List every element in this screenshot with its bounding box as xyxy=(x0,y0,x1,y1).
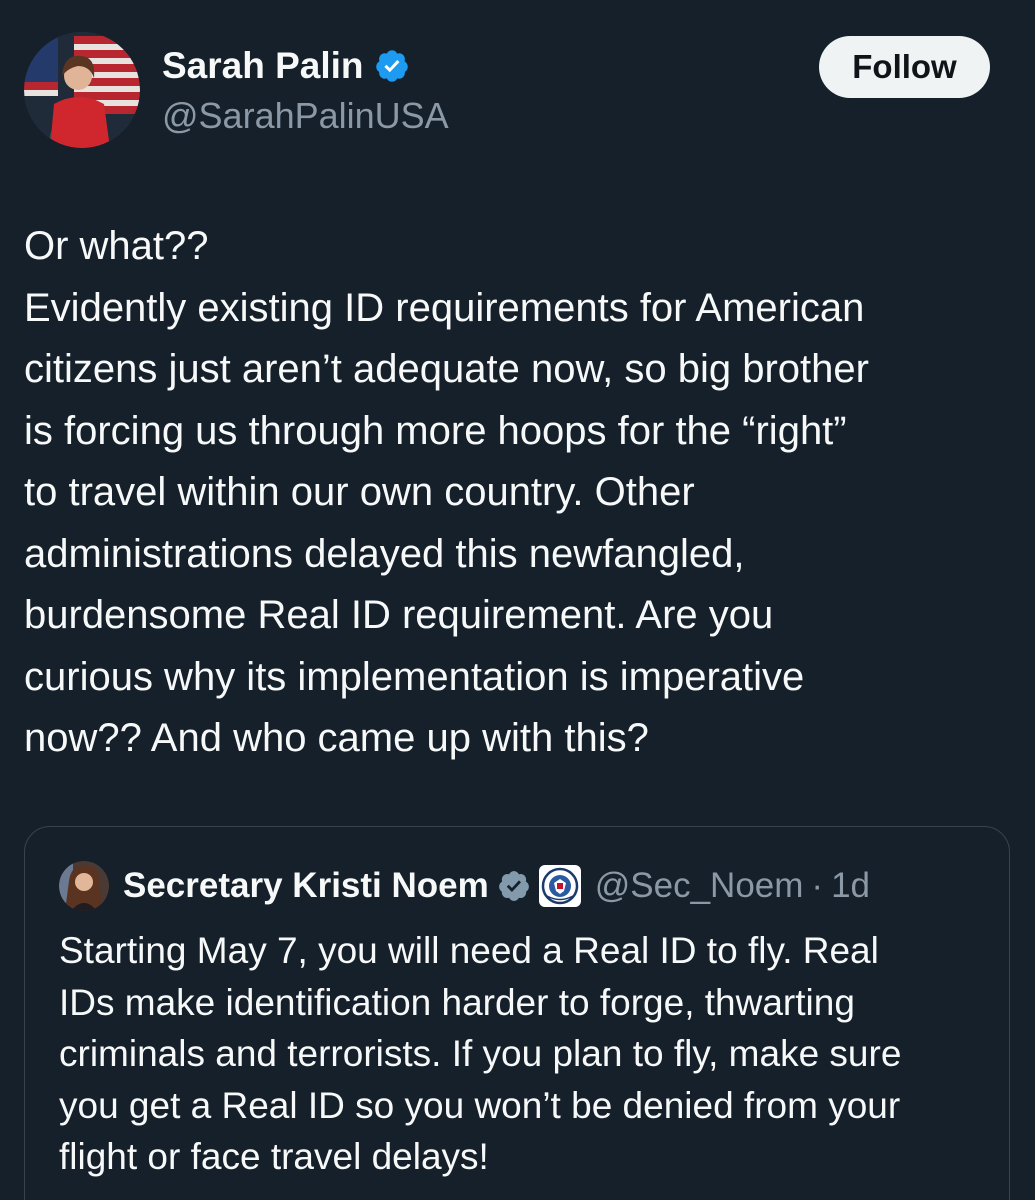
separator-dot: · xyxy=(811,866,824,905)
tweet-text-line: citizens just aren’t adequate now, so bi… xyxy=(24,347,869,391)
quoted-author-display-name[interactable]: Secretary Kristi Noem xyxy=(123,866,489,906)
tweet-text-line: to travel within our own country. Other xyxy=(24,470,695,514)
quoted-tweet-text: Starting May 7, you will need a Real ID … xyxy=(59,925,999,1183)
tweet-text-line: now?? And who came up with this? xyxy=(24,716,649,760)
quoted-tweet-text-line: flight or face travel delays! xyxy=(59,1136,489,1177)
quoted-tweet-text-line: you get a Real ID so you won’t be denied… xyxy=(59,1084,901,1126)
tweet-text-line: Evidently existing ID requirements for A… xyxy=(24,285,865,330)
quoted-tweet-card[interactable]: Secretary Kristi Noem @Sec_Noem · 1d Sta… xyxy=(24,826,1010,1200)
verified-gray-badge-icon[interactable] xyxy=(497,869,531,903)
quoted-author-handle[interactable]: @Sec_Noem xyxy=(595,866,804,906)
quoted-tweet-header[interactable]: Secretary Kristi Noem @Sec_Noem · 1d xyxy=(59,861,870,911)
quoted-tweet-timestamp[interactable]: 1d xyxy=(831,866,870,906)
tweet-text-line: is forcing us through more hoops for the… xyxy=(24,408,847,453)
profile-photo-icon xyxy=(59,861,109,911)
tweet-detail-page: Sarah Palin @SarahPalinUSA Follow Or wha… xyxy=(0,0,1035,1200)
author-display-name[interactable]: Sarah Palin xyxy=(162,44,364,88)
dhs-seal-graphic xyxy=(541,867,578,905)
author-name-row[interactable]: Sarah Palin xyxy=(162,44,410,88)
author-avatar[interactable] xyxy=(24,32,140,148)
tweet-text-line: administrations delayed this newfangled, xyxy=(24,531,745,576)
profile-photo-icon xyxy=(24,32,140,148)
tweet-text-line: curious why its implementation is impera… xyxy=(24,654,805,699)
tweet-text-line: Or what?? xyxy=(24,224,209,268)
verified-badge-icon[interactable] xyxy=(374,48,410,84)
follow-button[interactable]: Follow xyxy=(819,36,990,98)
dhs-seal-icon[interactable] xyxy=(538,865,581,907)
quoted-tweet-text-line: criminals and terrorists. If you plan to… xyxy=(59,1033,902,1074)
tweet-text-line: burdensome Real ID requirement. Are you xyxy=(24,593,774,637)
tweet-text: Or what?? Evidently existing ID requirem… xyxy=(24,216,1014,770)
author-handle[interactable]: @SarahPalinUSA xyxy=(162,94,449,138)
quoted-author-avatar[interactable] xyxy=(59,861,109,911)
quoted-tweet-text-line: Starting May 7, you will need a Real ID … xyxy=(59,930,879,971)
quoted-tweet-text-line: IDs make identification harder to forge,… xyxy=(59,981,855,1023)
